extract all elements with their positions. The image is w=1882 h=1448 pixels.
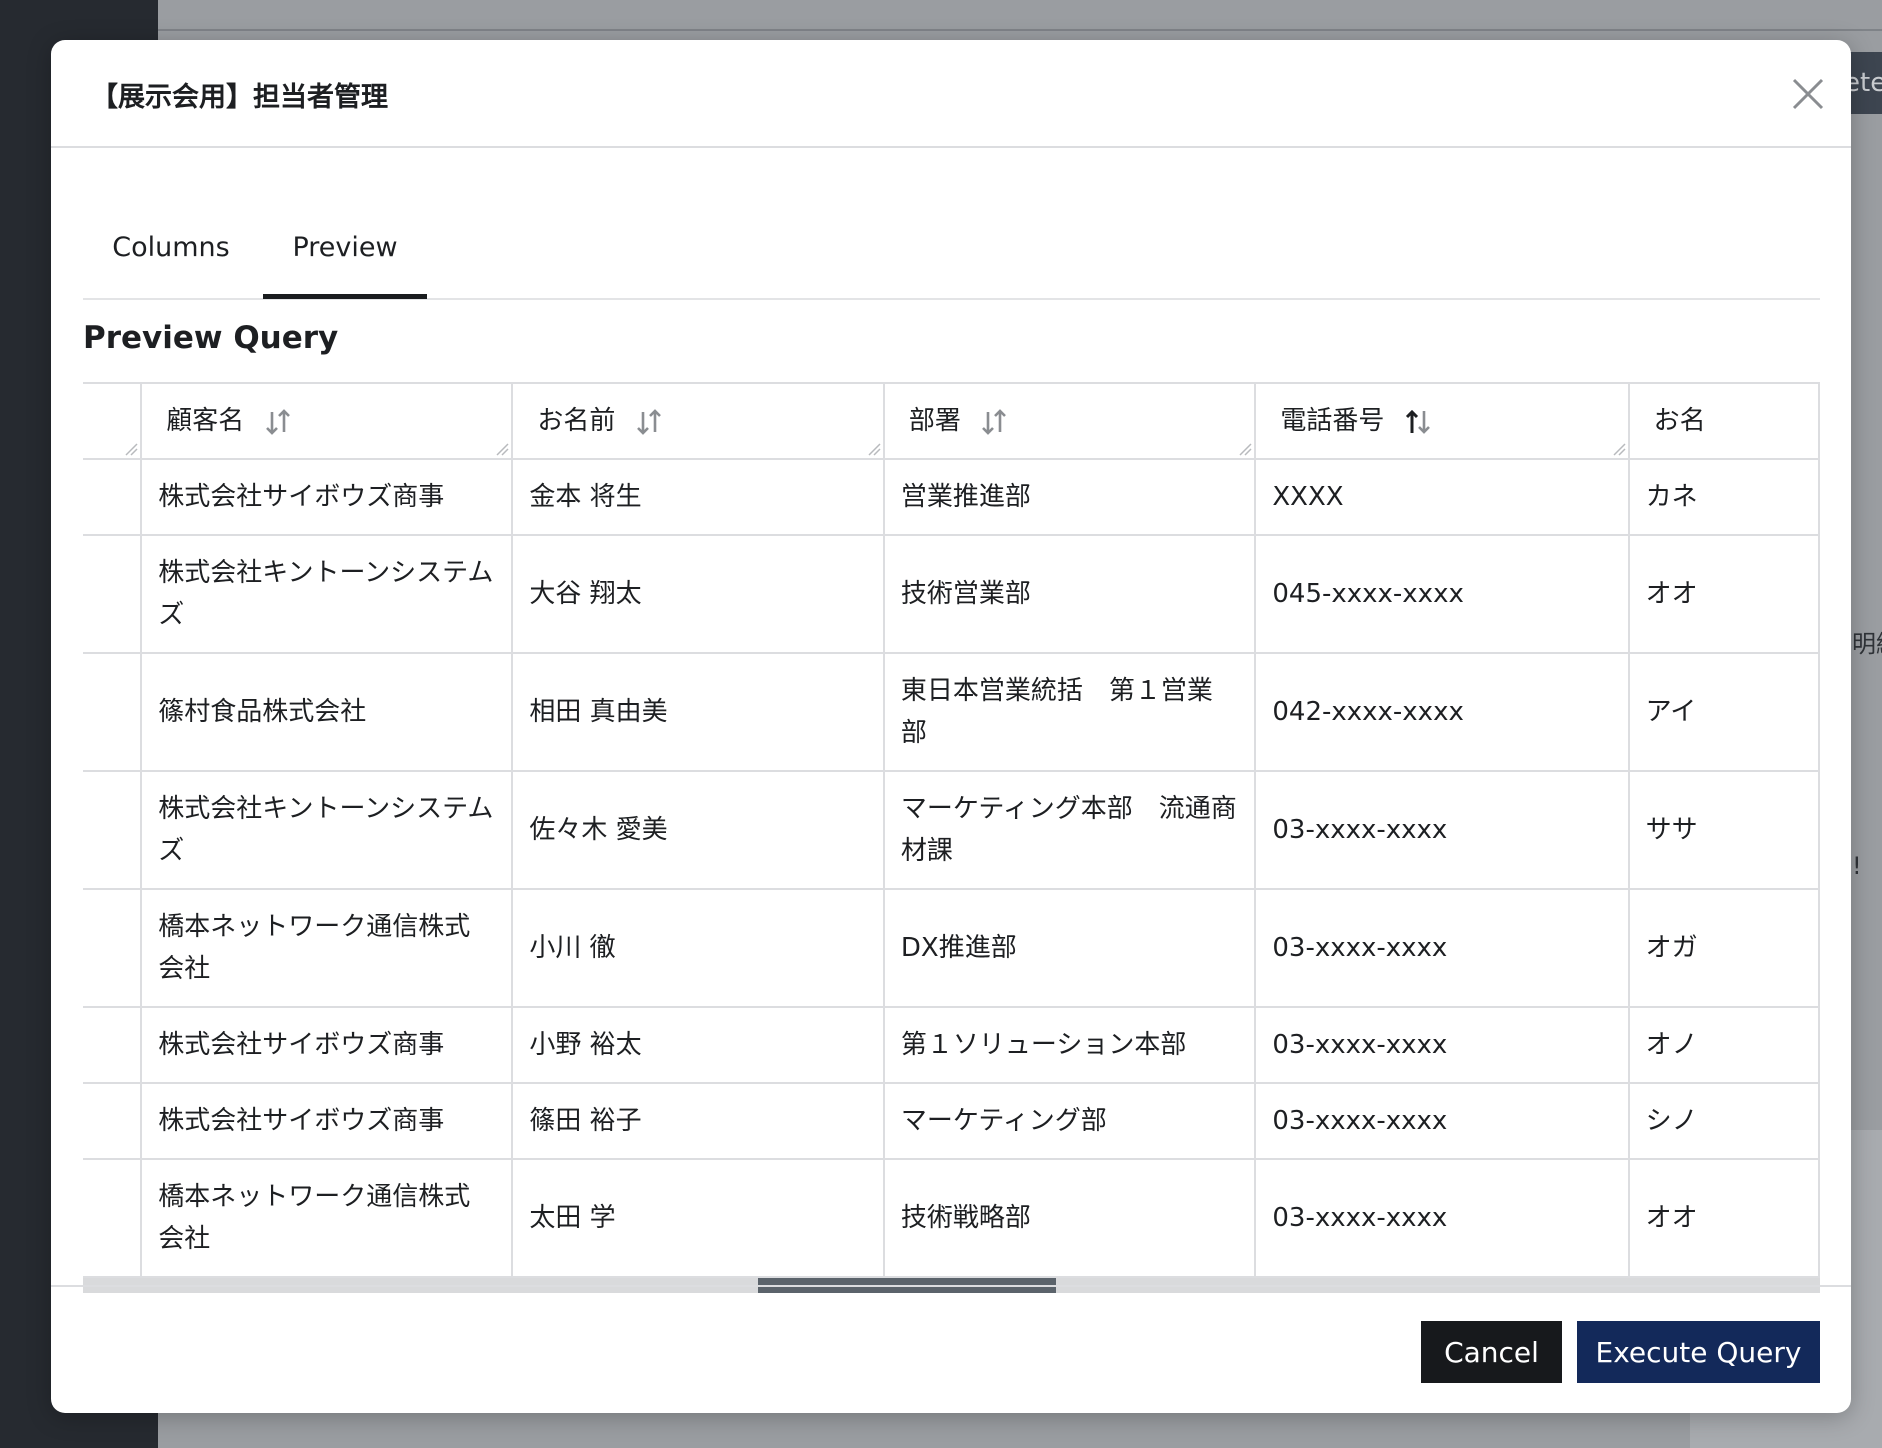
cell-name-kana: カネ [1627,458,1820,536]
row-select-cell[interactable] [83,1082,143,1160]
cancel-button[interactable]: Cancel [1421,1321,1562,1383]
table-row[interactable]: 株式会社サイボウズ商事 篠田 裕子 マーケティング部 03-xxxx-xxxx … [83,1082,1820,1160]
cell-department: マーケティング本部 流通商材課 [882,770,1257,890]
cell-name: 大谷 翔太 [511,534,885,654]
row-select-cell[interactable] [83,770,143,890]
cell-phone: 045-xxxx-xxxx [1254,534,1630,654]
cell-name-kana: オオ [1627,534,1820,654]
cell-name-kana: シノ [1627,1082,1820,1160]
column-header-label: お名 [1653,406,1706,436]
cell-customer-name: 橋本ネットワーク通信株式会社 [140,888,514,1008]
cell-phone: 03-xxxx-xxxx [1254,1006,1630,1084]
cell-customer-name: 篠村食品株式会社 [140,652,514,772]
preview-table: 顧客名 お名前 部署 電話番号 お名 株式会社サイボウズ商事 金本 将生 営業推… [83,382,1820,1278]
cell-department: 東日本営業統括 第１営業部 [882,652,1257,772]
cell-customer-name: 株式会社キントーンシステムズ [140,770,514,890]
execute-query-button[interactable]: Execute Query [1577,1321,1820,1383]
resize-handle-icon[interactable] [1612,442,1626,456]
close-button[interactable] [1786,72,1830,116]
modal-title: 【展示会用】担当者管理 [91,82,388,113]
row-select-cell[interactable] [83,652,143,772]
cell-customer-name: 株式会社サイボウズ商事 [140,1006,514,1084]
tab-columns[interactable]: Columns [83,232,259,294]
cell-department: 技術営業部 [882,534,1257,654]
table-header-row: 顧客名 お名前 部署 電話番号 お名 [83,382,1820,460]
row-select-cell[interactable] [83,1006,143,1084]
table-row[interactable]: 株式会社サイボウズ商事 金本 将生 営業推進部 XXXX カネ [83,458,1820,536]
cell-name: 小野 裕太 [511,1006,885,1084]
app-background-text: ! [1852,852,1862,880]
cell-name: 篠田 裕子 [511,1082,885,1160]
cell-department: 第１ソリューション本部 [882,1006,1257,1084]
cell-phone: 03-xxxx-xxxx [1254,888,1630,1008]
cell-department: マーケティング部 [882,1082,1257,1160]
tab-bar: Columns Preview [83,188,1820,300]
row-select-cell[interactable] [83,458,143,536]
resize-handle-icon[interactable] [495,442,509,456]
cell-name: 佐々木 愛美 [511,770,885,890]
cell-name: 金本 将生 [511,458,885,536]
cell-name-kana: ササ [1627,770,1820,890]
row-select-cell[interactable] [83,888,143,1008]
column-header-name[interactable]: お名前 [511,382,885,460]
column-header-name-kana[interactable]: お名 [1627,382,1820,460]
column-header-customer-name[interactable]: 顧客名 [140,382,514,460]
table-row[interactable]: 橋本ネットワーク通信株式会社 小川 徹 DX推進部 03-xxxx-xxxx オ… [83,888,1820,1008]
cell-customer-name: 株式会社サイボウズ商事 [140,458,514,536]
row-select-cell[interactable] [83,534,143,654]
sort-unsorted-icon[interactable] [979,407,1009,437]
cell-customer-name: 株式会社キントーンシステムズ [140,534,514,654]
table-row[interactable]: 篠村食品株式会社 相田 真由美 東日本営業統括 第１営業部 042-xxxx-x… [83,652,1820,772]
column-header-label: 部署 [908,406,961,436]
column-header-label: 電話番号 [1280,406,1385,436]
cell-phone: 03-xxxx-xxxx [1254,1158,1630,1278]
column-header-label: お名前 [537,406,616,436]
section-title: Preview Query [83,320,339,356]
table-row[interactable]: 株式会社サイボウズ商事 小野 裕太 第１ソリューション本部 03-xxxx-xx… [83,1006,1820,1084]
cell-name-kana: アイ [1627,652,1820,772]
cell-department: DX推進部 [882,888,1257,1008]
close-icon [1792,78,1824,110]
cell-department: 営業推進部 [882,458,1257,536]
cell-customer-name: 株式会社サイボウズ商事 [140,1082,514,1160]
modal-header: 【展示会用】担当者管理 [51,40,1851,148]
cell-department: 技術戦略部 [882,1158,1257,1278]
app-background-text: 明細 [1852,630,1882,658]
table-row[interactable]: 橋本ネットワーク通信株式会社 太田 学 技術戦略部 03-xxxx-xxxx オ… [83,1158,1820,1278]
cell-phone: 03-xxxx-xxxx [1254,1082,1630,1160]
cell-name: 相田 真由美 [511,652,885,772]
cell-name: 小川 徹 [511,888,885,1008]
app-header-divider [158,29,1882,31]
resize-handle-icon[interactable] [1238,442,1252,456]
column-header-department[interactable]: 部署 [882,382,1257,460]
cell-phone: 03-xxxx-xxxx [1254,770,1630,890]
tab-preview[interactable]: Preview [263,232,427,299]
column-header-select [83,382,143,460]
modal-dialog: 【展示会用】担当者管理 Columns Preview Preview Quer… [51,40,1851,1413]
modal-footer: Cancel Execute Query [51,1285,1851,1413]
cell-name-kana: オオ [1627,1158,1820,1278]
column-header-phone[interactable]: 電話番号 [1254,382,1630,460]
cell-name-kana: オガ [1627,888,1820,1008]
sort-unsorted-icon[interactable] [634,407,664,437]
cell-name-kana: オノ [1627,1006,1820,1084]
table-row[interactable]: 株式会社キントーンシステムズ 大谷 翔太 技術営業部 045-xxxx-xxxx… [83,534,1820,654]
cell-customer-name: 橋本ネットワーク通信株式会社 [140,1158,514,1278]
cell-phone: 042-xxxx-xxxx [1254,652,1630,772]
cell-phone: XXXX [1254,458,1630,536]
cell-name: 太田 学 [511,1158,885,1278]
resize-handle-icon[interactable] [867,442,881,456]
row-select-cell[interactable] [83,1158,143,1278]
preview-table-container[interactable]: 顧客名 お名前 部署 電話番号 お名 株式会社サイボウズ商事 金本 将生 営業推… [83,382,1820,1292]
resize-handle-icon[interactable] [124,442,138,456]
sort-ascending-icon[interactable] [1403,407,1433,437]
column-header-label: 顧客名 [166,406,245,436]
sort-unsorted-icon[interactable] [263,407,293,437]
table-row[interactable]: 株式会社キントーンシステムズ 佐々木 愛美 マーケティング本部 流通商材課 03… [83,770,1820,890]
